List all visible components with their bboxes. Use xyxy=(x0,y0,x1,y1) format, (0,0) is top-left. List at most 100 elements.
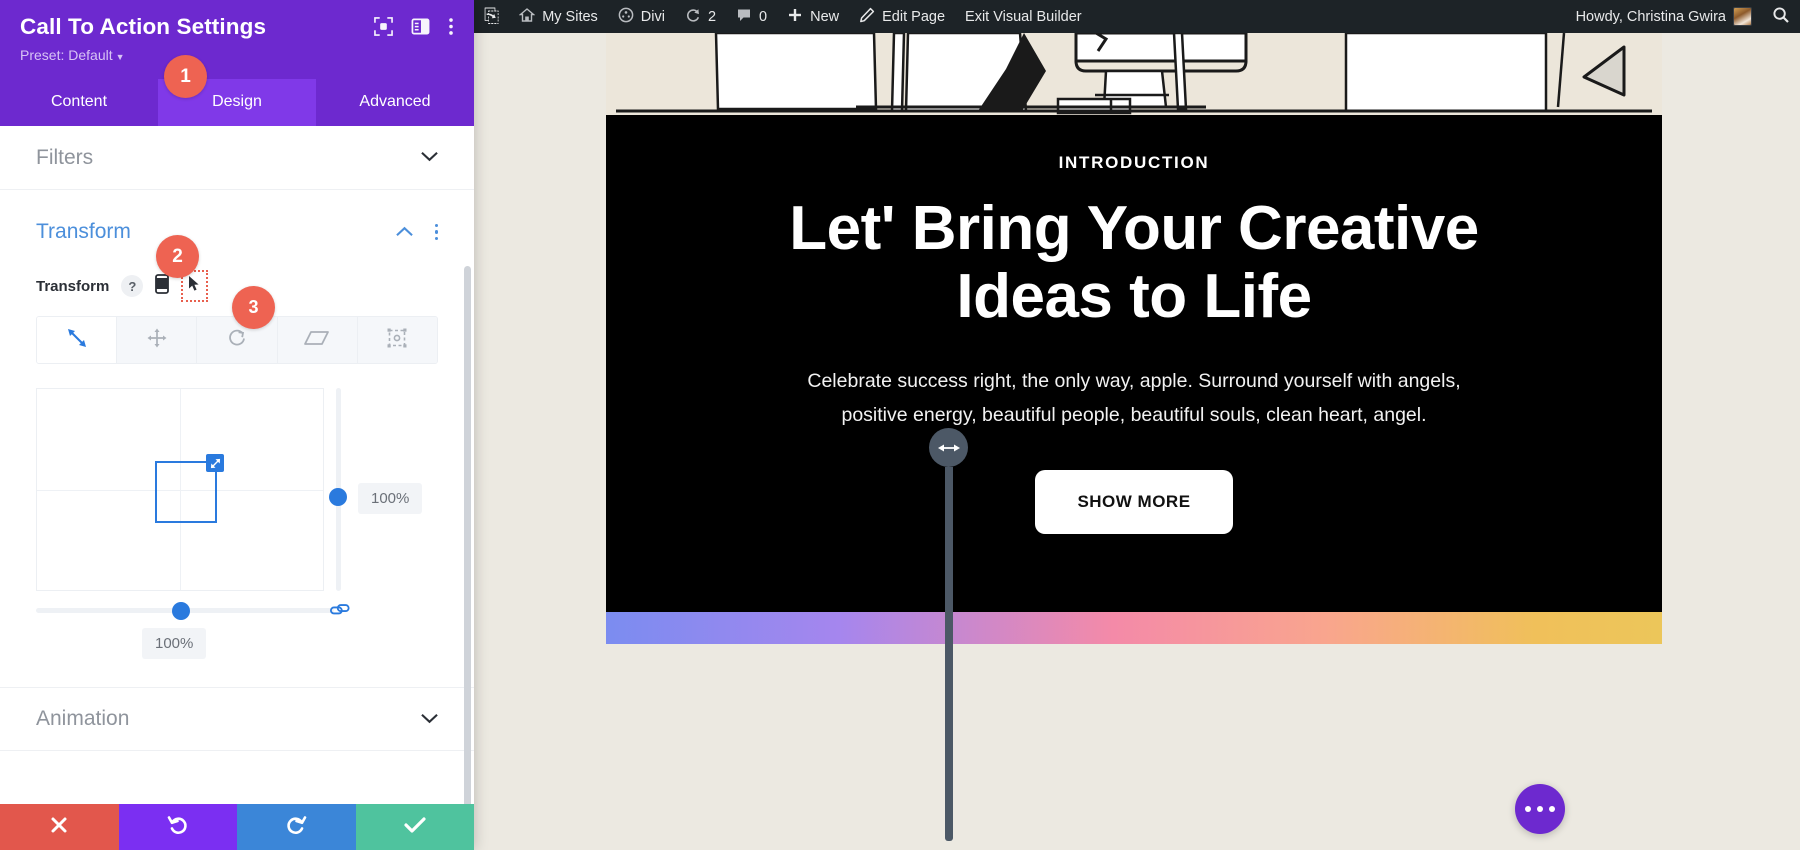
comments-icon xyxy=(736,7,752,27)
transform-mode-tabs xyxy=(36,316,438,364)
panel-scrollbar[interactable] xyxy=(464,266,471,804)
transform-mode-origin[interactable] xyxy=(358,317,437,363)
exit-visual-builder-label: Exit Visual Builder xyxy=(965,9,1082,25)
rotate-circular-arrow-icon xyxy=(226,327,248,354)
kebab-menu-icon[interactable] xyxy=(448,17,454,41)
scale-preview-pad[interactable] xyxy=(36,388,324,591)
layout-panel-icon[interactable] xyxy=(411,17,430,41)
wp-logo-button[interactable]: ⎘ xyxy=(474,0,509,33)
search-icon xyxy=(1772,6,1790,28)
mobile-device-icon[interactable] xyxy=(155,274,169,299)
divi-icon xyxy=(618,7,634,27)
close-x-icon xyxy=(49,815,69,840)
cta-module-frame[interactable]: INTRODUCTION Let' Bring Your Creative Id… xyxy=(606,33,1662,644)
checkmark-icon xyxy=(404,816,426,839)
link-chain-icon[interactable] xyxy=(330,602,350,623)
transform-mode-translate[interactable] xyxy=(117,317,197,363)
visual-builder-canvas: INTRODUCTION Let' Bring Your Creative Id… xyxy=(474,33,1800,850)
chevron-down-icon xyxy=(421,711,438,728)
wordpress-logo-icon: ⎘ xyxy=(484,7,499,26)
scale-preview-box[interactable] xyxy=(155,461,217,523)
panel-header: Call To Action Settings xyxy=(0,0,474,79)
horizontal-resize-arrows-icon xyxy=(929,428,968,467)
scale-x-slider-knob[interactable] xyxy=(172,602,190,620)
redo-button[interactable] xyxy=(237,804,356,850)
gradient-divider-bar xyxy=(606,612,1662,644)
skew-parallelogram-icon xyxy=(304,328,330,353)
undo-arrow-icon xyxy=(167,815,189,840)
divi-label: Divi xyxy=(641,9,665,25)
edit-page-link[interactable]: Edit Page xyxy=(849,0,955,33)
module-settings-panel: Call To Action Settings xyxy=(0,0,474,850)
account-menu[interactable]: Howdy, Christina Gwira xyxy=(1566,0,1762,33)
comments-menu[interactable]: 0 xyxy=(726,0,777,33)
panel-tabs: Content Design Advanced xyxy=(0,79,474,126)
scale-diagonal-arrow-icon xyxy=(66,327,88,354)
transform-bottom-spacer xyxy=(36,659,438,687)
preset-selector[interactable]: Preset: Default▼ xyxy=(20,47,454,79)
resize-arrow-icon[interactable] xyxy=(206,454,224,472)
section-animation-label: Animation xyxy=(36,707,129,731)
show-more-button[interactable]: SHOW MORE xyxy=(1035,470,1232,534)
exit-visual-builder-link[interactable]: Exit Visual Builder xyxy=(955,0,1092,33)
step-badge-3: 3 xyxy=(232,286,275,329)
scale-y-slider-knob[interactable] xyxy=(329,488,347,506)
scale-x-value[interactable]: 100% xyxy=(142,628,206,659)
step-badge-1: 1 xyxy=(164,55,207,98)
chevron-down-icon xyxy=(421,149,438,166)
transform-mode-skew[interactable] xyxy=(278,317,358,363)
chevron-up-icon[interactable] xyxy=(396,224,413,241)
adminbar-right: Howdy, Christina Gwira xyxy=(1566,0,1800,33)
adminbar-search-button[interactable] xyxy=(1762,0,1800,33)
updates-icon xyxy=(685,7,701,27)
updates-count: 2 xyxy=(708,9,716,25)
divi-menu[interactable]: Divi xyxy=(608,0,675,33)
transform-field-label: Transform xyxy=(36,278,109,295)
scale-control-area: 100% xyxy=(36,388,438,591)
scale-x-slider[interactable] xyxy=(36,602,334,620)
resize-handle-stem xyxy=(945,467,953,841)
help-icon[interactable]: ? xyxy=(121,275,143,297)
hero-section: INTRODUCTION Let' Bring Your Creative Id… xyxy=(606,115,1662,612)
my-sites-menu[interactable]: My Sites xyxy=(509,0,608,33)
edit-page-label: Edit Page xyxy=(882,9,945,25)
panel-body: Filters Transform xyxy=(0,126,474,804)
tab-content[interactable]: Content xyxy=(0,79,158,126)
transform-mode-scale[interactable] xyxy=(37,317,117,363)
howdy-label: Howdy, Christina Gwira xyxy=(1576,9,1726,25)
builder-settings-fab[interactable] xyxy=(1515,784,1565,834)
panel-title: Call To Action Settings xyxy=(20,13,374,40)
updates-menu[interactable]: 2 xyxy=(675,0,726,33)
step-badge-2: 2 xyxy=(156,235,199,278)
focus-target-icon[interactable] xyxy=(374,17,393,41)
section-filters-label: Filters xyxy=(36,146,93,170)
cancel-button[interactable] xyxy=(0,804,119,850)
section-transform-header[interactable]: Transform xyxy=(36,190,438,244)
panel-resize-handle[interactable] xyxy=(929,428,968,841)
scale-x-slider-row: 100% xyxy=(36,602,366,659)
new-label: New xyxy=(810,9,839,25)
move-cross-arrows-icon xyxy=(146,327,168,354)
scale-y-slider[interactable]: 100% xyxy=(334,388,342,591)
comments-count: 0 xyxy=(759,9,767,25)
section-transform: Transform Transform xyxy=(0,190,474,687)
scale-y-value[interactable]: 100% xyxy=(358,483,422,514)
undo-button[interactable] xyxy=(119,804,238,850)
section-filters[interactable]: Filters xyxy=(0,126,474,190)
wp-admin-bar: ⎘ My Sites Divi xyxy=(474,0,1800,33)
my-sites-label: My Sites xyxy=(542,9,598,25)
hero-heading: Let' Bring Your Creative Ideas to Life xyxy=(606,195,1662,331)
kebab-menu-icon[interactable] xyxy=(435,224,438,240)
panel-action-bar xyxy=(0,804,474,850)
new-content-menu[interactable]: New xyxy=(777,0,849,33)
save-button[interactable] xyxy=(356,804,475,850)
plus-icon xyxy=(787,7,803,27)
transform-origin-box-icon xyxy=(386,327,408,354)
ellipsis-icon-dot xyxy=(1549,806,1555,812)
tab-advanced[interactable]: Advanced xyxy=(316,79,474,126)
section-animation[interactable]: Animation xyxy=(0,687,474,751)
pencil-icon xyxy=(859,7,875,27)
ellipsis-icon-dot xyxy=(1525,806,1531,812)
my-sites-icon xyxy=(519,7,535,27)
cursor-pointer-icon xyxy=(188,275,201,297)
